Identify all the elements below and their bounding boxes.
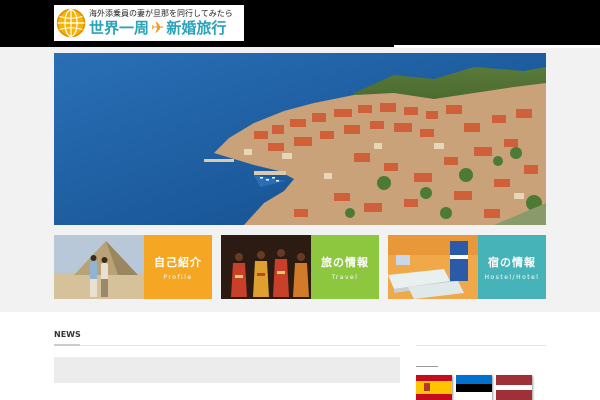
hero-image bbox=[54, 53, 546, 225]
news-heading-underline bbox=[54, 344, 80, 346]
airplane-icon: ✈ bbox=[151, 18, 165, 37]
hostel-title: 宿の情報 bbox=[488, 255, 536, 269]
travel-label: 旅の情報 Travel bbox=[311, 235, 379, 299]
top-bar-accent-line bbox=[394, 45, 600, 48]
site-logo[interactable]: 海外添乗員の妻が旦那を同行してみたら 世界一周 ✈ 新婚旅行 bbox=[54, 5, 244, 41]
news-heading: NEWS bbox=[54, 330, 81, 339]
profile-subtitle: Profile bbox=[163, 273, 193, 281]
sidebar-heading-mark bbox=[416, 366, 438, 367]
logo-title-right: 新婚旅行 bbox=[166, 18, 227, 37]
top-bar-right bbox=[394, 0, 600, 45]
profile-title: 自己紹介 bbox=[154, 255, 202, 269]
profile-card[interactable]: 自己紹介 Profile bbox=[54, 235, 212, 299]
news-list-box bbox=[54, 357, 400, 383]
dancers-photo bbox=[221, 235, 311, 299]
hostel-card[interactable]: 宿の情報 Hostel/Hotel bbox=[388, 235, 546, 299]
travel-title: 旅の情報 bbox=[321, 255, 369, 269]
travel-card[interactable]: 旅の情報 Travel bbox=[221, 235, 379, 299]
travel-subtitle: Travel bbox=[331, 273, 359, 281]
spain-flag[interactable] bbox=[416, 375, 452, 400]
estonia-flag[interactable] bbox=[456, 375, 492, 400]
hostel-label: 宿の情報 Hostel/Hotel bbox=[478, 235, 546, 299]
latvia-flag[interactable] bbox=[496, 375, 532, 400]
news-divider bbox=[54, 345, 400, 346]
logo-title-left: 世界一周 bbox=[89, 18, 150, 37]
hostel-subtitle: Hostel/Hotel bbox=[484, 273, 540, 281]
sidebar-divider bbox=[416, 345, 546, 346]
logo-subtitle: 海外添乗員の妻が旦那を同行してみたら bbox=[89, 9, 233, 18]
profile-label: 自己紹介 Profile bbox=[144, 235, 212, 299]
globe-icon bbox=[56, 8, 86, 38]
pyramid-photo bbox=[54, 235, 144, 299]
logo-title: 世界一周 ✈ 新婚旅行 bbox=[89, 20, 233, 36]
hostel-room-photo bbox=[388, 235, 478, 299]
